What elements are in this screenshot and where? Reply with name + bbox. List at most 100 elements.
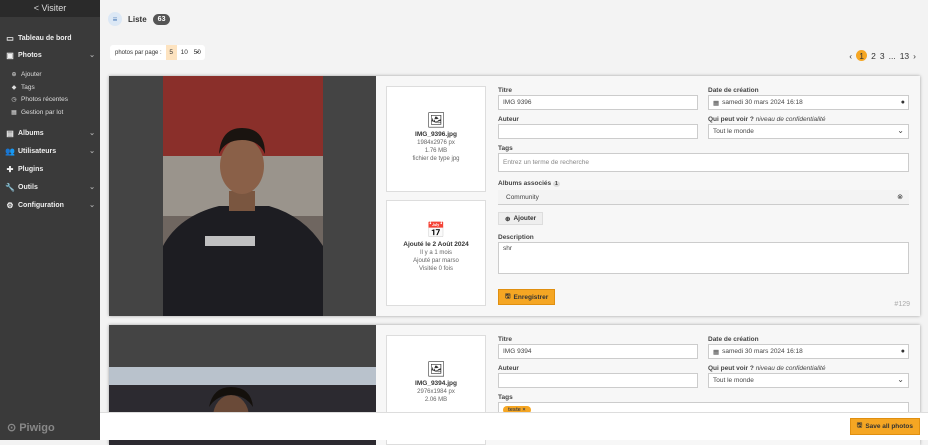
puzzle-icon: ✚ — [6, 164, 14, 174]
sidebar-subitem-batch[interactable]: ▦ Gestion par lot — [0, 106, 100, 118]
photo-count-badge: 63 — [152, 13, 171, 25]
file-size: 2.06 MB — [424, 397, 448, 403]
clear-date-icon[interactable]: ● — [901, 348, 905, 355]
sidebar-item-albums[interactable]: ▤ Albums ⌄ — [0, 126, 100, 140]
per-page-option-5[interactable]: 5 — [165, 45, 177, 60]
sidebar-subitem-add[interactable]: ⊕ Ajouter — [0, 68, 100, 80]
privacy-label: Qui peut voir ? niveau de confidentialit… — [708, 365, 825, 372]
title-input[interactable]: IMG 9394 — [498, 344, 698, 359]
albums-count-badge: 1 — [552, 181, 560, 187]
photo-edit-form: Titre IMG 9396 Date de création ▦ samedi … — [498, 76, 909, 316]
added-info-box: 📅 Ajouté le 2 Août 2024 Il y a 1 mois Aj… — [386, 200, 486, 306]
image-file-icon: 🖼 — [426, 112, 446, 129]
pagination-next[interactable]: › — [913, 51, 916, 61]
sidebar-item-tools[interactable]: 🔧 Outils ⌄ — [0, 180, 100, 194]
per-page-selector: photos par page : 5 10 50 — [110, 45, 205, 60]
date-input[interactable]: ▦ samedi 30 mars 2024 16:18 ● — [708, 95, 909, 110]
sidebar-item-users[interactable]: 👥 Utilisateurs ⌄ — [0, 144, 100, 158]
author-input[interactable] — [498, 124, 698, 139]
title-label: Titre — [498, 336, 512, 343]
privacy-select[interactable]: Tout le monde — [708, 373, 909, 388]
author-label: Auteur — [498, 365, 519, 372]
file-type: fichier de type jpg — [412, 156, 460, 162]
added-date: Ajouté le 2 Août 2024 — [403, 241, 469, 248]
clock-icon: ◷ — [11, 96, 17, 103]
sidebar-item-dashboard[interactable]: ▭ Tableau de bord — [0, 31, 100, 45]
sidebar-subitem-label: Tags — [21, 83, 35, 91]
tags-input[interactable]: Entrez un terme de recherche — [498, 153, 909, 172]
chevron-down-icon: ⌄ — [89, 184, 95, 191]
save-button[interactable]: 🖫 Enregistrer — [498, 289, 556, 305]
title-input[interactable]: IMG 9396 — [498, 95, 698, 110]
privacy-label-text: Qui peut voir ? — [708, 365, 754, 372]
date-label: Date de création — [708, 336, 759, 343]
file-dimensions: 1984x2976 px — [417, 140, 455, 146]
per-page-label: photos par page : — [115, 49, 162, 56]
grid-icon: ▦ — [11, 109, 17, 116]
piwigo-logo[interactable]: ⊙ Piwigo — [7, 421, 55, 435]
sidebar-item-configuration[interactable]: ⚙ Configuration ⌄ — [0, 198, 100, 212]
added-by: Ajouté par marso — [413, 258, 459, 264]
calendar-icon: 📅 — [426, 222, 446, 239]
page-2[interactable]: 2 — [871, 51, 876, 61]
album-name: Community — [506, 193, 539, 201]
sidebar-item-plugins[interactable]: ✚ Plugins — [0, 162, 100, 176]
privacy-select[interactable]: Tout le monde — [708, 124, 909, 139]
plus-circle-icon: ⊕ — [505, 215, 511, 223]
privacy-label-text: Qui peut voir ? — [708, 116, 754, 123]
author-input[interactable] — [498, 373, 698, 388]
image-file-icon: 🖼 — [426, 361, 446, 378]
sidebar-subitem-label: Gestion par lot — [21, 108, 64, 116]
per-page-option-10[interactable]: 10 — [179, 45, 190, 60]
pagination-prev[interactable]: ‹ — [849, 51, 852, 61]
sidebar-subitem-label: Photos récentes — [21, 95, 68, 103]
sidebar-item-photos[interactable]: ▣ Photos ⌄ — [0, 48, 100, 62]
tag-icon: ◆ — [11, 84, 17, 91]
file-size: 1.76 MB — [424, 148, 448, 154]
visit-link[interactable]: < Visiter — [0, 0, 100, 17]
logo-text: Piwigo — [19, 421, 55, 434]
add-album-label: Ajouter — [513, 215, 537, 222]
sidebar-subitem-tags[interactable]: ◆ Tags — [0, 81, 100, 93]
page-13[interactable]: 13 — [900, 51, 909, 61]
save-all-button[interactable]: 🖫 Save all photos — [849, 418, 920, 435]
date-value: samedi 30 mars 2024 16:18 — [722, 99, 803, 106]
file-info-box: 🖼 IMG_9396.jpg 1984x2976 px 1.76 MB fich… — [386, 86, 486, 192]
photo-card: 🖼 IMG_9396.jpg 1984x2976 px 1.76 MB fich… — [109, 76, 920, 316]
image-icon: ▣ — [6, 50, 14, 60]
added-ago: Il y a 1 mois — [419, 250, 452, 256]
gear-icon: ⚙ — [6, 200, 14, 210]
photo-thumbnail[interactable] — [109, 76, 376, 316]
sidebar-item-label: Albums — [18, 129, 44, 137]
photo-image — [109, 76, 376, 316]
photo-id: #129 — [894, 301, 910, 308]
list-icon[interactable]: ≡ — [108, 12, 122, 26]
calendar-small-icon: ▦ — [713, 348, 720, 356]
clear-date-icon[interactable]: ● — [901, 99, 905, 106]
sidebar: < Visiter ▭ Tableau de bord ▣ Photos ⌄ ⊕ Ajo… — [0, 0, 100, 440]
sidebar-item-label: Outils — [18, 183, 38, 191]
chevron-down-icon: ⌄ — [89, 202, 95, 209]
album-item: Community ⊗ — [498, 190, 909, 205]
wrench-icon: 🔧 — [5, 182, 15, 192]
sidebar-item-label: Plugins — [18, 165, 44, 173]
calendar-small-icon: ▦ — [713, 99, 720, 107]
page-3[interactable]: 3 — [880, 51, 885, 61]
privacy-hint: niveau de confidentialité — [755, 116, 826, 123]
page-1[interactable]: 1 — [856, 50, 868, 61]
users-icon: 👥 — [5, 146, 15, 156]
album-icon: ▤ — [6, 128, 14, 138]
albums-label-text: Albums associés — [498, 180, 552, 187]
file-dimensions: 2976x1984 px — [417, 389, 455, 395]
sidebar-subitem-recent[interactable]: ◷ Photos récentes — [0, 93, 100, 105]
plus-circle-icon: ⊕ — [11, 71, 17, 78]
add-album-button[interactable]: ⊕ Ajouter — [498, 212, 544, 225]
privacy-label: Qui peut voir ? niveau de confidentialit… — [708, 116, 825, 123]
date-input[interactable]: ▦ samedi 30 mars 2024 16:18 ● — [708, 344, 909, 359]
author-label: Auteur — [498, 116, 519, 123]
file-name: IMG_9396.jpg — [415, 131, 457, 138]
remove-album-icon[interactable]: ⊗ — [897, 193, 903, 201]
page-title: Liste — [128, 14, 147, 24]
tags-label: Tags — [498, 145, 513, 152]
description-textarea[interactable]: shr — [498, 242, 909, 274]
